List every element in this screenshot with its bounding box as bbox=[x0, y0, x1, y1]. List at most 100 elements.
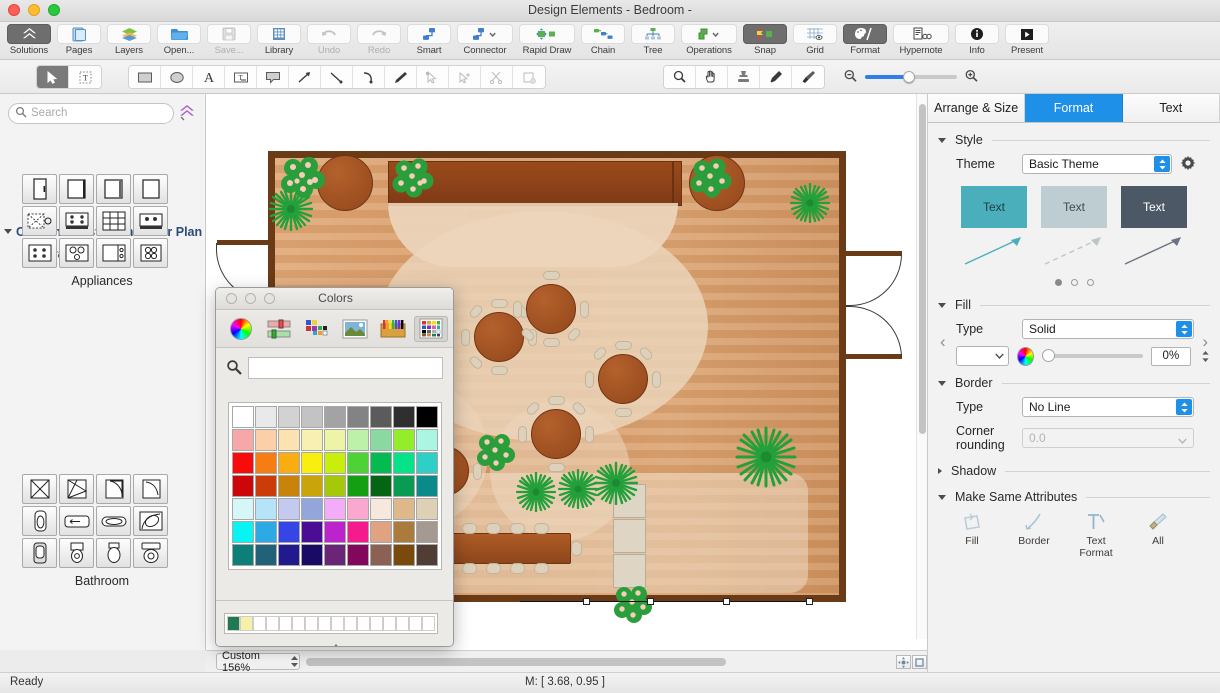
color-sliders-tab[interactable] bbox=[262, 316, 296, 342]
library-item[interactable] bbox=[133, 206, 168, 236]
page-dot[interactable] bbox=[1086, 279, 1094, 286]
toolbar-button-present[interactable]: Present bbox=[1002, 22, 1052, 60]
chair[interactable] bbox=[462, 563, 477, 574]
plant-palm-5[interactable] bbox=[557, 468, 599, 510]
search-box[interactable] bbox=[8, 102, 174, 124]
library-item[interactable] bbox=[59, 238, 94, 268]
tray-swatch[interactable] bbox=[266, 616, 279, 631]
tray-swatch[interactable] bbox=[253, 616, 266, 631]
opacity-slider-knob[interactable] bbox=[1041, 349, 1055, 362]
color-swatch[interactable] bbox=[323, 429, 346, 451]
color-swatch[interactable] bbox=[277, 406, 300, 428]
speech-balloon-tool[interactable] bbox=[257, 66, 289, 88]
library-item[interactable] bbox=[59, 474, 94, 504]
chair[interactable] bbox=[615, 341, 632, 350]
chair[interactable] bbox=[491, 366, 508, 375]
library-item[interactable] bbox=[59, 538, 94, 568]
corner-rounding-select[interactable]: 0.0 bbox=[1022, 428, 1194, 448]
border-section-header[interactable]: Border bbox=[938, 376, 1210, 390]
library-item[interactable] bbox=[96, 238, 131, 268]
rectangle-tool[interactable] bbox=[129, 66, 161, 88]
stepper-arrows-icon[interactable] bbox=[1176, 399, 1192, 415]
theme-card[interactable]: Text bbox=[1041, 186, 1107, 228]
color-wheel-tab[interactable] bbox=[224, 316, 258, 342]
selection-handle[interactable] bbox=[647, 598, 654, 605]
plant-palm-4[interactable] bbox=[515, 471, 557, 513]
tray-swatch[interactable] bbox=[292, 616, 305, 631]
zoom-slider-knob[interactable] bbox=[902, 71, 915, 83]
tab-text[interactable]: Text bbox=[1122, 94, 1220, 122]
toolbar-button-smart[interactable]: Smart bbox=[404, 22, 454, 60]
line-tool[interactable] bbox=[321, 66, 353, 88]
color-swatch[interactable] bbox=[231, 521, 254, 543]
solutions-shortcut-icon[interactable] bbox=[178, 103, 196, 124]
table-round[interactable] bbox=[598, 354, 648, 404]
toolbar-button-tree[interactable]: Tree bbox=[628, 22, 678, 60]
color-swatch[interactable] bbox=[415, 429, 438, 451]
sofa-seat[interactable] bbox=[613, 519, 646, 553]
plant-bush-4[interactable] bbox=[476, 432, 516, 472]
chair[interactable] bbox=[486, 563, 501, 574]
chair[interactable] bbox=[534, 563, 549, 574]
pan-mode-button[interactable] bbox=[896, 655, 911, 669]
color-swatch[interactable] bbox=[231, 475, 254, 497]
fill-section-header[interactable]: Fill bbox=[938, 298, 1210, 312]
add-point-tool[interactable] bbox=[449, 66, 481, 88]
plant-bush-3[interactable] bbox=[690, 157, 732, 199]
library-item[interactable] bbox=[22, 538, 57, 568]
library-item[interactable] bbox=[22, 206, 57, 236]
toolbar-button-open[interactable]: Open... bbox=[154, 22, 204, 60]
color-swatch[interactable] bbox=[300, 475, 323, 497]
chair[interactable] bbox=[637, 345, 655, 362]
image-palettes-tab[interactable] bbox=[338, 316, 372, 342]
text-tool[interactable]: A bbox=[193, 66, 225, 88]
chair[interactable] bbox=[534, 523, 549, 534]
toolbar-button-library[interactable]: Library bbox=[254, 22, 304, 60]
tray-swatch[interactable] bbox=[331, 616, 344, 631]
chair[interactable] bbox=[652, 371, 661, 388]
toolbar-button-redo[interactable]: Redo bbox=[354, 22, 404, 60]
library-item[interactable] bbox=[133, 174, 168, 204]
chair[interactable] bbox=[510, 563, 525, 574]
style-section-header[interactable]: Style bbox=[938, 133, 1210, 147]
pointer-tool[interactable] bbox=[37, 66, 69, 88]
make-same-border-button[interactable]: Border bbox=[1012, 512, 1056, 559]
stepper-arrows-icon[interactable] bbox=[1154, 156, 1170, 172]
arrow-tool[interactable] bbox=[289, 66, 321, 88]
chair[interactable] bbox=[543, 338, 560, 347]
color-swatch[interactable] bbox=[392, 544, 415, 566]
search-input[interactable] bbox=[31, 107, 161, 119]
tray-swatch[interactable] bbox=[383, 616, 396, 631]
color-swatch[interactable] bbox=[415, 475, 438, 497]
toolbar-button-rapid-draw[interactable]: Rapid Draw bbox=[516, 22, 578, 60]
color-swatch[interactable] bbox=[277, 429, 300, 451]
shadow-section-header[interactable]: Shadow bbox=[938, 464, 1210, 478]
horizontal-scroll-thumb[interactable] bbox=[306, 657, 726, 666]
color-swatch[interactable] bbox=[392, 521, 415, 543]
paint-brush-tool[interactable] bbox=[792, 66, 824, 88]
toolbar-button-undo[interactable]: Undo bbox=[304, 22, 354, 60]
table-round[interactable] bbox=[526, 284, 576, 334]
toolbar-button-chain[interactable]: Chain bbox=[578, 22, 628, 60]
color-swatch[interactable] bbox=[300, 429, 323, 451]
pencils-tab[interactable] bbox=[376, 316, 410, 342]
color-swatch[interactable] bbox=[231, 544, 254, 566]
tray-swatch[interactable] bbox=[279, 616, 292, 631]
table-group-2[interactable] bbox=[518, 396, 594, 472]
make-same-all-button[interactable]: All bbox=[1136, 512, 1180, 559]
color-swatch[interactable] bbox=[346, 452, 369, 474]
color-swatch[interactable] bbox=[231, 406, 254, 428]
tray-swatch[interactable] bbox=[357, 616, 370, 631]
zoom-in-icon[interactable] bbox=[964, 69, 979, 86]
color-swatch[interactable] bbox=[254, 498, 277, 520]
color-swatch[interactable] bbox=[254, 406, 277, 428]
selection-line[interactable] bbox=[520, 601, 811, 602]
theme-card[interactable]: Text bbox=[1121, 186, 1187, 228]
library-item[interactable] bbox=[96, 174, 131, 204]
toolbar-button-hypernote[interactable]: Hypernote bbox=[890, 22, 952, 60]
stamp-tool[interactable] bbox=[728, 66, 760, 88]
color-swatch[interactable] bbox=[254, 429, 277, 451]
curve-tool[interactable] bbox=[353, 66, 385, 88]
plant-palm-1[interactable] bbox=[268, 187, 314, 232]
color-swatch[interactable] bbox=[254, 475, 277, 497]
